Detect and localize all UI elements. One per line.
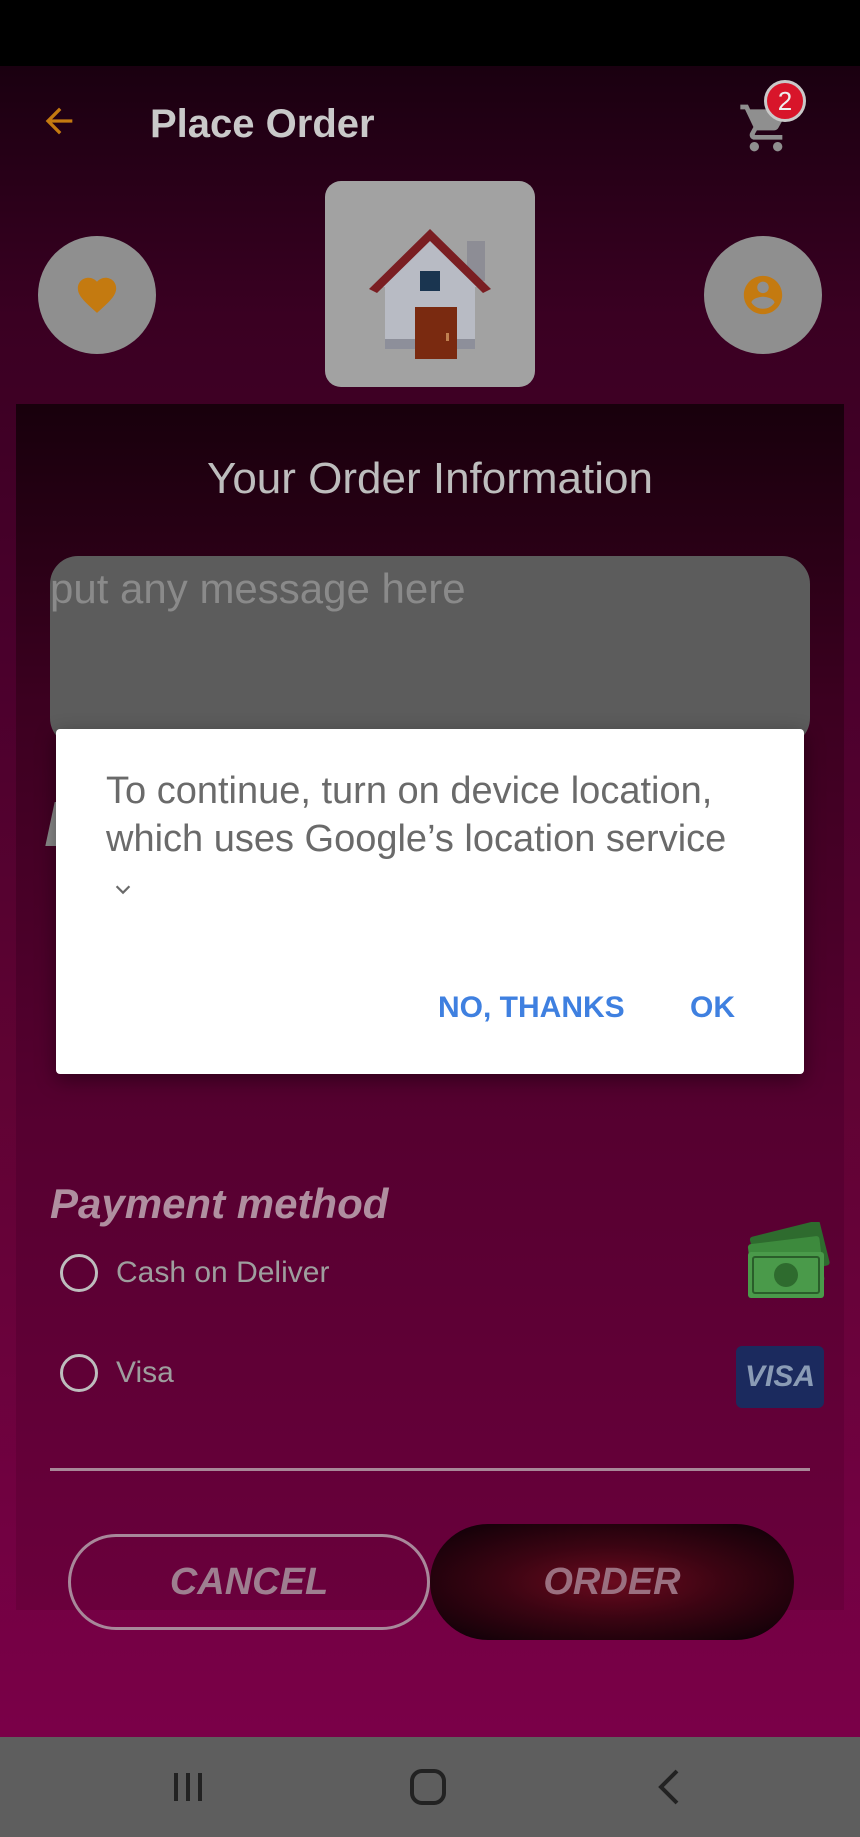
- payment-option-visa[interactable]: Visa VISA: [60, 1344, 830, 1408]
- location-dialog: To continue, turn on device location, wh…: [56, 729, 804, 1074]
- message-input[interactable]: [50, 564, 790, 614]
- no-thanks-button[interactable]: NO, THANKS: [438, 991, 625, 1025]
- order-button[interactable]: ORDER: [430, 1524, 794, 1640]
- dialog-message-text: To continue, turn on device location, wh…: [106, 770, 727, 860]
- chevron-down-icon[interactable]: [112, 878, 134, 900]
- divider: [50, 1468, 810, 1471]
- back-button[interactable]: [34, 96, 84, 146]
- profile-button[interactable]: [704, 236, 822, 354]
- system-nav-bar: [0, 1737, 860, 1837]
- toolbar: Place Order 2: [0, 66, 860, 182]
- ok-button[interactable]: OK: [690, 991, 735, 1025]
- visa-option-label: Visa: [116, 1356, 174, 1389]
- favorites-button[interactable]: [38, 236, 156, 354]
- home-nav-button[interactable]: [398, 1765, 458, 1809]
- home-button[interactable]: [325, 181, 535, 387]
- account-circle-icon: [743, 275, 783, 315]
- payment-option-cash[interactable]: Cash on Deliver: [60, 1222, 830, 1304]
- payment-method-heading: Payment method: [50, 1180, 389, 1227]
- cash-icon: [747, 1222, 830, 1298]
- heart-icon: [77, 277, 117, 313]
- cash-option-label: Cash on Deliver: [116, 1256, 330, 1289]
- house-icon: [369, 229, 491, 359]
- page-title: Place Order: [150, 102, 375, 146]
- cancel-button[interactable]: CANCEL: [68, 1534, 430, 1630]
- home-icon: [410, 1769, 446, 1805]
- dialog-message: To continue, turn on device location, wh…: [106, 767, 746, 911]
- message-box[interactable]: [50, 556, 810, 746]
- recent-apps-icon: [174, 1773, 202, 1801]
- back-nav-button[interactable]: [640, 1765, 700, 1809]
- recent-apps-button[interactable]: [158, 1765, 218, 1809]
- cash-radio[interactable]: [60, 1254, 98, 1292]
- visa-card-icon: VISA: [736, 1346, 824, 1408]
- status-bar: [0, 0, 860, 66]
- back-icon: [658, 1769, 679, 1805]
- arrow-back-icon: [45, 107, 73, 135]
- cart-count-badge: 2: [764, 80, 806, 122]
- visa-radio[interactable]: [60, 1354, 98, 1392]
- order-info-heading: Your Order Information: [207, 454, 653, 503]
